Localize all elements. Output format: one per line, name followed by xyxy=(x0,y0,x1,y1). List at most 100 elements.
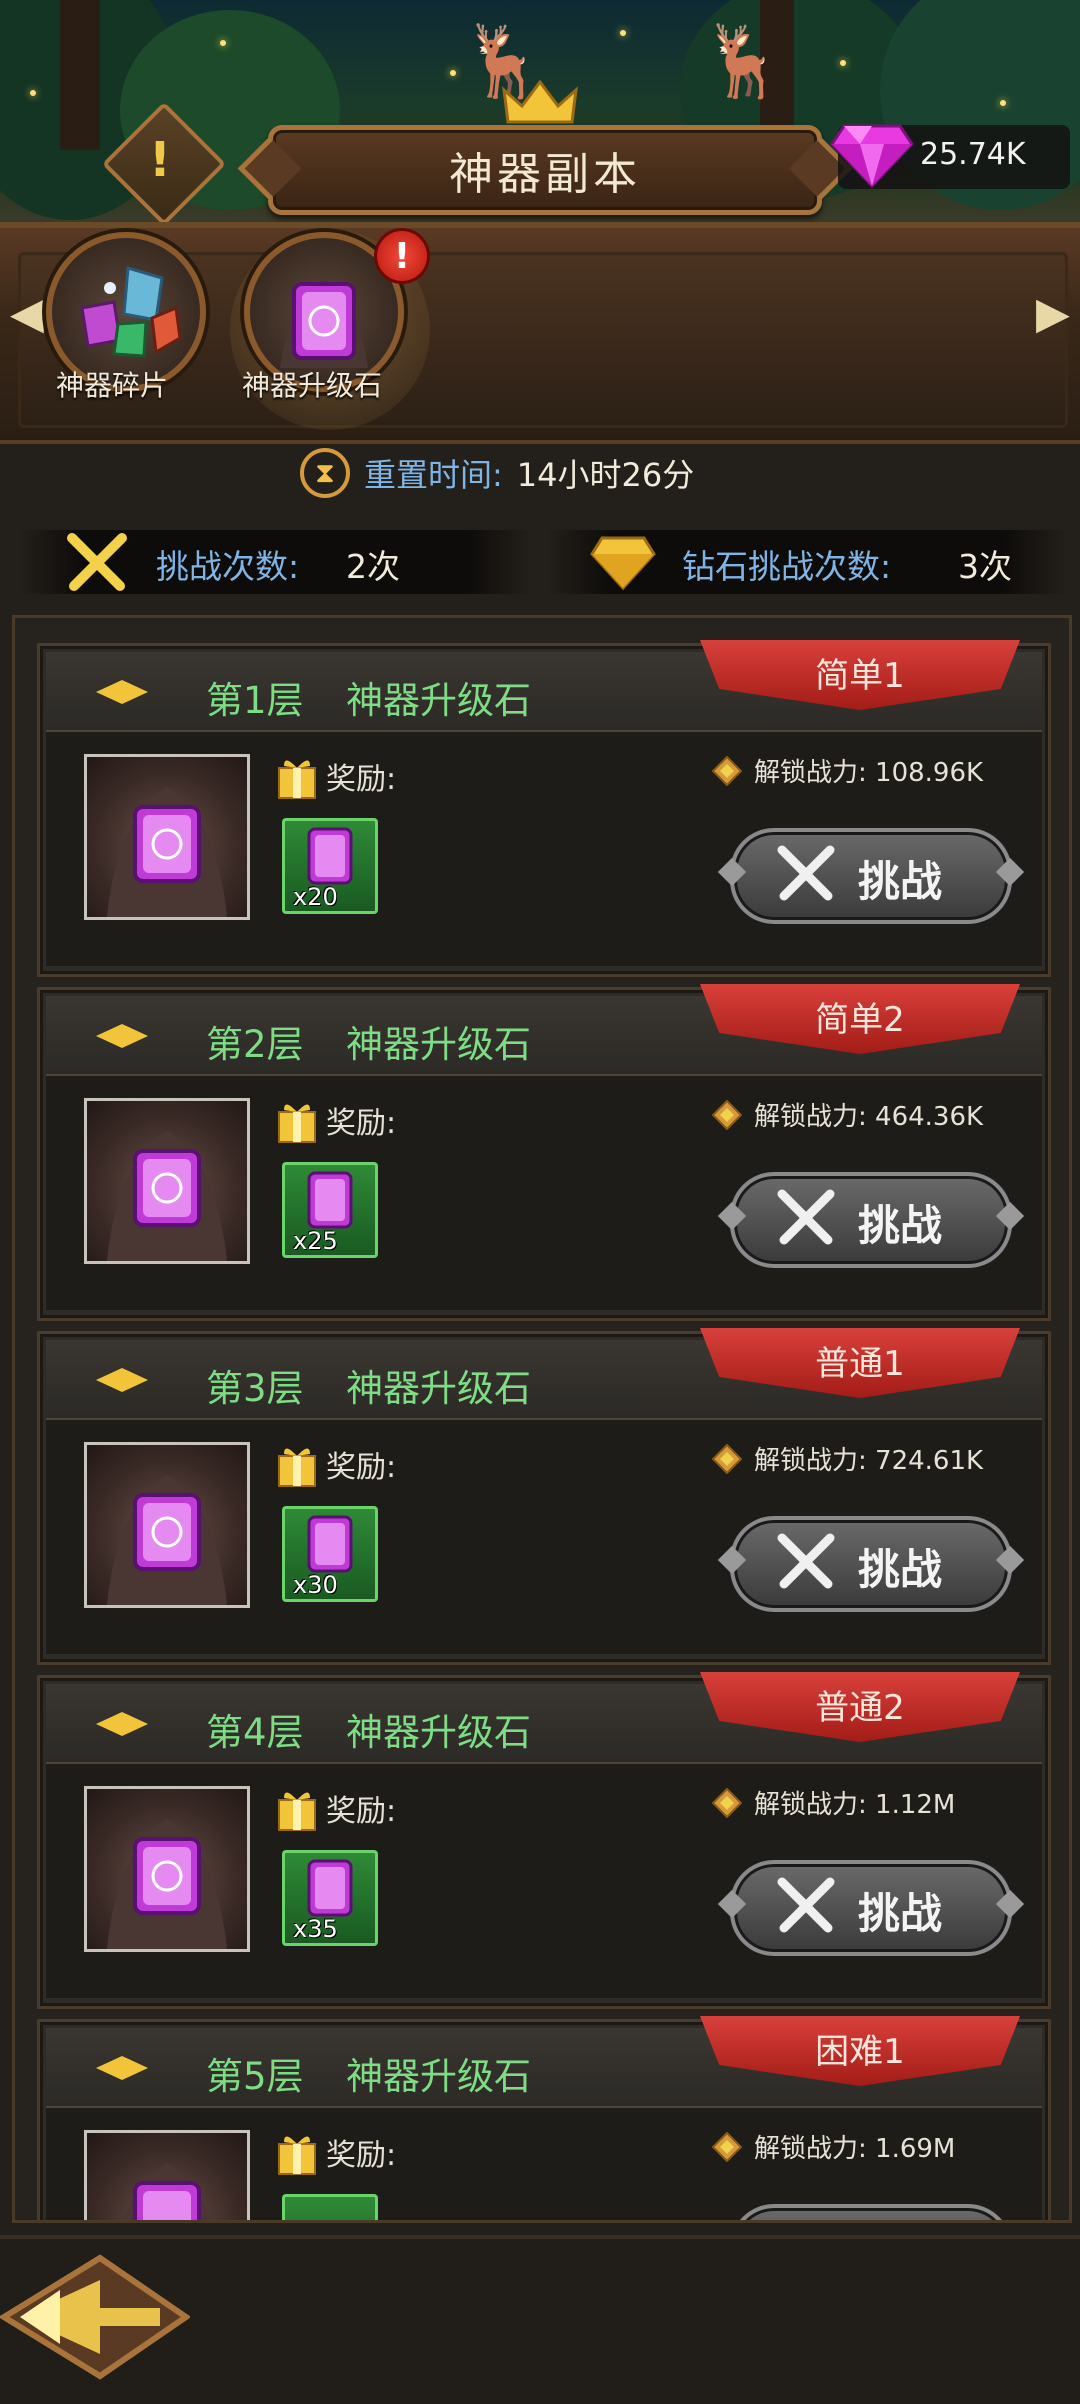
tab-label: 神器碎片 xyxy=(56,369,169,402)
reward-item[interactable]: x20 xyxy=(282,818,378,914)
floor-name: 神器升级石 xyxy=(346,1711,531,1754)
floor-diamond-icon xyxy=(96,680,148,704)
challenge-button[interactable]: 挑战 xyxy=(730,828,1012,924)
stage-thumbnail xyxy=(84,2130,250,2220)
reward-item[interactable] xyxy=(282,2194,378,2220)
reward-item[interactable]: x25 xyxy=(282,1162,378,1258)
diamond-count-label: 钻石挑战次数: xyxy=(682,547,892,586)
stage-card: 第4层 神器升级石 普通2 奖励: x35 解锁战力: 1.12M 挑战 xyxy=(37,1672,1051,2009)
stage-list[interactable]: 第1层 神器升级石 简单1 奖励: x20 解锁战力: 108.96K 挑战 第… xyxy=(12,615,1072,2223)
power-diamond-icon xyxy=(712,756,742,786)
unlock-power: 解锁战力: 1.12M xyxy=(754,1790,956,1820)
back-arrow-icon[interactable] xyxy=(0,2250,190,2385)
gold-diamond-icon xyxy=(590,536,656,591)
reward-label: 奖励: xyxy=(326,2138,397,2173)
reward-label: 奖励: xyxy=(326,1794,397,1829)
stage-card-body: 奖励: x30 解锁战力: 724.61K 挑战 xyxy=(46,1420,1042,1654)
floor-name: 神器升级石 xyxy=(346,1367,531,1410)
power-diamond-icon xyxy=(712,1444,742,1474)
reward-label: 奖励: xyxy=(326,1450,397,1485)
stage-thumbnail xyxy=(84,1786,250,1952)
upgrade-stone-icon xyxy=(307,1515,353,1573)
page-title: 神器副本 xyxy=(268,125,822,215)
upgrade-stone-icon xyxy=(307,1171,353,1229)
challenge-button[interactable]: 挑战 xyxy=(730,1516,1012,1612)
power-diamond-icon xyxy=(712,1788,742,1818)
hourglass-icon: ⧗ xyxy=(300,448,350,498)
upgrade-stone-icon xyxy=(107,1819,227,1949)
floor-diamond-icon xyxy=(96,1024,148,1048)
stage-thumbnail xyxy=(84,754,250,920)
tab-label: 神器升级石 xyxy=(242,369,383,402)
floor-name: 神器升级石 xyxy=(346,2055,531,2098)
deer-silhouette: 🦌 xyxy=(700,20,788,102)
reward-quantity: x20 xyxy=(293,883,338,911)
stage-card-body: 奖励: x20 解锁战力: 108.96K 挑战 xyxy=(46,732,1042,966)
unlock-power: 解锁战力: 464.36K xyxy=(754,1102,984,1132)
reset-label: 重置时间: xyxy=(364,456,503,494)
stage-card-body: 奖励: 解锁战力: 1.69M xyxy=(46,2108,1042,2220)
crossed-swords-icon xyxy=(777,1533,835,1589)
stage-thumbnail xyxy=(84,1098,250,1264)
scroll-right-arrow-icon[interactable]: ▶ xyxy=(1036,288,1070,339)
floor-name: 神器升级石 xyxy=(346,1023,531,1066)
challenge-button-label: 挑战 xyxy=(858,1545,943,1594)
stage-card: 第2层 神器升级石 简单2 奖励: x25 解锁战力: 464.36K 挑战 xyxy=(37,984,1051,1321)
challenge-button-label: 挑战 xyxy=(858,857,943,906)
reward-label: 奖励: xyxy=(326,1106,397,1141)
crossed-swords-icon xyxy=(67,533,127,591)
floor-number: 第4层 xyxy=(206,1711,304,1754)
floor-diamond-icon xyxy=(96,1712,148,1736)
gift-icon xyxy=(278,1104,316,1143)
stage-card: 第1层 神器升级石 简单1 奖励: x20 解锁战力: 108.96K 挑战 xyxy=(37,640,1051,977)
gift-icon xyxy=(278,760,316,799)
floor-number: 第3层 xyxy=(206,1367,304,1410)
upgrade-stone-icon xyxy=(307,827,353,885)
floor-name: 神器升级石 xyxy=(346,679,531,722)
challenge-button[interactable] xyxy=(730,2204,1012,2220)
power-diamond-icon xyxy=(712,2132,742,2162)
alert-badge-icon: ! xyxy=(374,228,430,284)
power-diamond-icon xyxy=(712,1100,742,1130)
reward-quantity: x25 xyxy=(293,1227,338,1255)
unlock-power: 解锁战力: 724.61K xyxy=(754,1446,984,1476)
stage-card-body: 奖励: x25 解锁战力: 464.36K 挑战 xyxy=(46,1076,1042,1310)
reward-quantity: x35 xyxy=(293,1915,338,1943)
upgrade-stone-icon xyxy=(107,787,227,917)
upgrade-stone-icon xyxy=(307,1859,353,1917)
scroll-left-arrow-icon[interactable]: ◀ xyxy=(10,288,44,339)
upgrade-stone-icon xyxy=(107,1131,227,1261)
unlock-power: 解锁战力: 1.69M xyxy=(754,2134,956,2164)
stage-card: 第5层 神器升级石 困难1 奖励: 解锁战力: 1.69M xyxy=(37,2016,1051,2220)
diamond-gem-icon xyxy=(830,124,914,189)
floor-number: 第2层 xyxy=(206,1023,304,1066)
page-title-text: 神器副本 xyxy=(449,149,641,200)
gift-icon xyxy=(278,2136,316,2175)
challenge-button[interactable]: 挑战 xyxy=(730,1172,1012,1268)
stage-thumbnail xyxy=(84,1442,250,1608)
reset-timer: ⧗ 重置时间: 14小时26分 xyxy=(300,448,694,498)
reward-quantity: x30 xyxy=(293,1571,338,1599)
upgrade-stone-icon xyxy=(107,1475,227,1605)
gem-count: 25.74K xyxy=(920,137,1026,172)
crown-icon xyxy=(502,79,578,124)
crossed-swords-icon xyxy=(777,845,835,901)
unlock-power: 解锁战力: 108.96K xyxy=(754,758,984,788)
gift-icon xyxy=(278,1792,316,1831)
floor-number: 第1层 xyxy=(206,679,304,722)
reward-item[interactable]: x35 xyxy=(282,1850,378,1946)
reward-item[interactable]: x30 xyxy=(282,1506,378,1602)
stage-card-body: 奖励: x35 解锁战力: 1.12M 挑战 xyxy=(46,1764,1042,1998)
reward-label: 奖励: xyxy=(326,762,397,797)
crossed-swords-icon xyxy=(777,1189,835,1245)
upgrade-stone-icon xyxy=(123,2163,211,2220)
challenge-button[interactable]: 挑战 xyxy=(730,1860,1012,1956)
floor-diamond-icon xyxy=(96,1368,148,1392)
exclamation-icon: ! xyxy=(149,132,171,188)
reset-value: 14小时26分 xyxy=(516,456,695,494)
floor-number: 第5层 xyxy=(206,2055,304,2098)
diamond-count-value: 3次 xyxy=(958,547,1012,586)
challenge-count-value: 2次 xyxy=(346,547,400,586)
challenge-count-label: 挑战次数: xyxy=(156,547,300,586)
challenge-button-label: 挑战 xyxy=(858,1889,943,1938)
